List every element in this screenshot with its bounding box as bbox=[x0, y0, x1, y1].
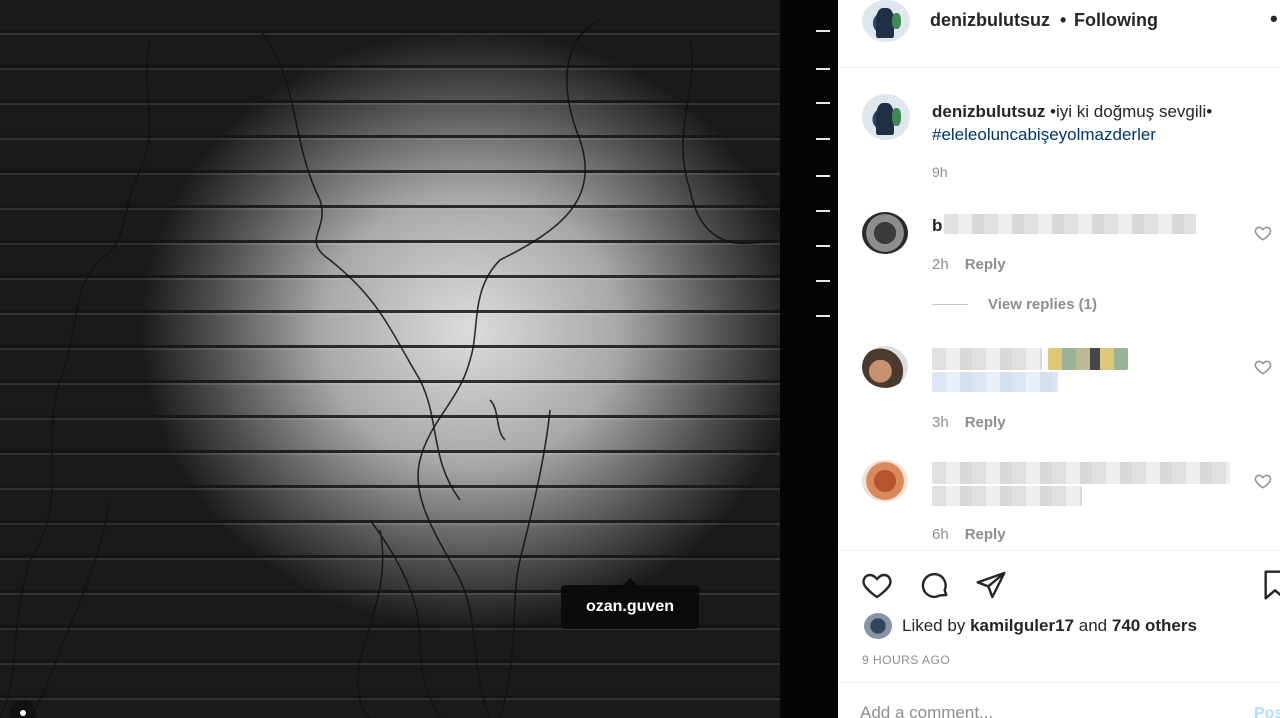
caption-text: •iyi ki doğmuş sevgili• bbox=[1045, 102, 1213, 121]
liker-avatar[interactable] bbox=[864, 613, 892, 639]
more-options-icon[interactable]: • bbox=[1270, 6, 1278, 32]
comment-meta: 2h Reply bbox=[932, 256, 1006, 273]
commenter-avatar[interactable] bbox=[862, 346, 908, 388]
likes-summary: Liked by kamilguler17 and 740 others bbox=[864, 613, 1197, 639]
reply-button[interactable]: Reply bbox=[965, 526, 1006, 543]
comment-meta: 6h Reply bbox=[932, 526, 1006, 543]
post-photo[interactable]: ozan.guven bbox=[0, 0, 838, 718]
view-replies-button[interactable]: View replies (1) bbox=[932, 296, 1097, 313]
post-caption: denizbulutsuz •iyi ki doğmuş sevgili• #e… bbox=[932, 100, 1272, 146]
blurred-username bbox=[932, 348, 1042, 370]
comment-time: 3h bbox=[932, 414, 949, 431]
like-comment-icon[interactable] bbox=[1254, 472, 1272, 490]
blurred-comment-text bbox=[932, 372, 1058, 392]
likes-middle: and bbox=[1078, 616, 1108, 635]
caption-username[interactable]: denizbulutsuz bbox=[932, 102, 1045, 121]
add-comment-bar: Post bbox=[838, 682, 1280, 718]
post-actions: Liked by kamilguler17 and 740 others 9 H… bbox=[838, 550, 1280, 670]
blurred-emoji bbox=[1048, 348, 1128, 370]
likes-prefix: Liked by bbox=[902, 616, 966, 635]
commenter-username[interactable]: b bbox=[932, 216, 942, 236]
liker-username[interactable]: kamilguler17 bbox=[970, 616, 1074, 636]
author-avatar[interactable] bbox=[862, 0, 910, 42]
photo-drawing bbox=[0, 19, 771, 718]
reply-button[interactable]: Reply bbox=[965, 256, 1006, 273]
share-icon[interactable] bbox=[974, 569, 1008, 601]
comment-meta: 3h Reply bbox=[932, 414, 1006, 431]
add-comment-input[interactable] bbox=[860, 703, 1240, 718]
author-username[interactable]: denizbulutsuz bbox=[930, 10, 1050, 31]
blurred-comment-text bbox=[944, 214, 1196, 234]
reply-button[interactable]: Reply bbox=[965, 414, 1006, 431]
bookmark-icon[interactable] bbox=[1258, 569, 1280, 601]
likes-others-link[interactable]: 740 others bbox=[1112, 616, 1197, 636]
comment-time: 2h bbox=[932, 256, 949, 273]
caption-hashtag[interactable]: #eleleoluncabişeyolmazderler bbox=[932, 123, 1272, 146]
comment-time: 6h bbox=[932, 526, 949, 543]
view-replies-label: View replies (1) bbox=[988, 296, 1097, 313]
post-side-panel: denizbulutsuz • Following • denizbulutsu… bbox=[838, 0, 1280, 718]
heart-icon[interactable] bbox=[860, 569, 894, 601]
like-comment-icon[interactable] bbox=[1254, 358, 1272, 376]
view-replies-line bbox=[932, 304, 968, 305]
post-header: denizbulutsuz • Following • bbox=[838, 0, 1280, 68]
blurred-comment-text bbox=[932, 486, 1082, 506]
comment-icon[interactable] bbox=[918, 569, 952, 601]
tag-username: ozan.guven bbox=[585, 598, 674, 615]
post-timestamp: 9 HOURS AGO bbox=[862, 653, 951, 667]
commenter-avatar[interactable] bbox=[862, 460, 908, 502]
commenter-avatar[interactable] bbox=[862, 212, 908, 254]
header-separator: • bbox=[1060, 10, 1067, 30]
following-button[interactable]: Following bbox=[1074, 10, 1158, 31]
caption-author-avatar[interactable] bbox=[862, 94, 910, 140]
caption-timestamp: 9h bbox=[932, 164, 948, 180]
photo-dark-edge bbox=[780, 0, 838, 718]
user-tag-tooltip[interactable]: ozan.guven bbox=[561, 578, 699, 629]
like-comment-icon[interactable] bbox=[1254, 224, 1272, 242]
post-comment-button[interactable]: Post bbox=[1254, 705, 1280, 718]
blurred-comment-text bbox=[932, 462, 1230, 484]
